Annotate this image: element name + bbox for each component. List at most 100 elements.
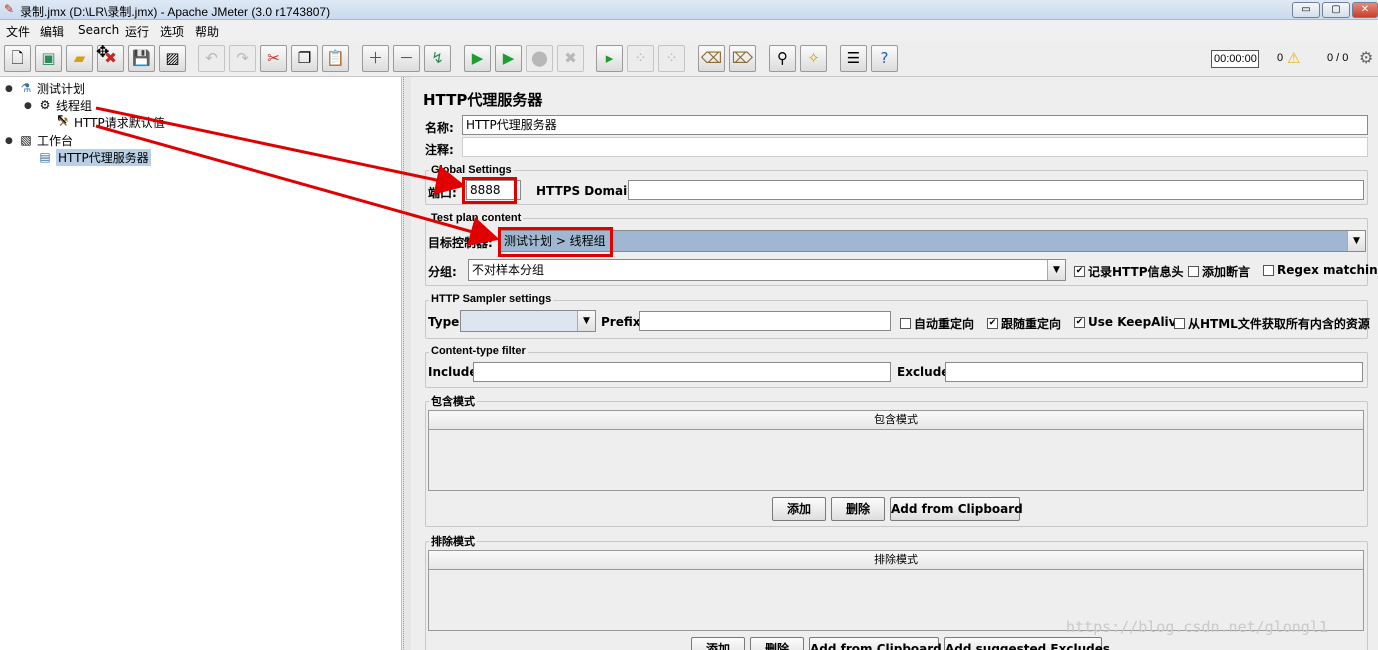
undo-icon[interactable]: ↶ — [198, 45, 225, 72]
copy-icon[interactable]: ❐ — [291, 45, 318, 72]
window-title: 录制.jmx (D:\LR\录制.jmx) - Apache JMeter (3… — [20, 5, 331, 19]
help-icon[interactable]: ? — [871, 45, 898, 72]
exclude-patterns-header[interactable]: 排除模式 — [429, 551, 1363, 570]
menu-file[interactable]: 文件 — [6, 23, 30, 40]
global-settings-legend: Global Settings — [429, 164, 514, 176]
follow-redirect-label: 跟随重定向 — [1001, 317, 1062, 331]
name-field[interactable]: HTTP代理服务器 — [462, 115, 1368, 135]
include-patterns-header[interactable]: 包含模式 — [429, 411, 1363, 430]
include-field[interactable] — [473, 362, 891, 382]
add-suggested-excludes-button[interactable]: Add suggested Excludes — [944, 637, 1110, 650]
exclude-field[interactable] — [945, 362, 1363, 382]
tree-node-test-plan[interactable]: ⚗ 测试计划 — [18, 80, 85, 96]
menu-search[interactable]: Search — [78, 23, 119, 37]
chevron-down-icon[interactable]: ▼ — [577, 311, 595, 331]
menu-edit[interactable]: 编辑 — [40, 23, 64, 40]
menu-bar: 文件 编辑 Search 运行 选项 帮助 — [0, 20, 1378, 41]
regex-matching-checkbox[interactable]: Regex matching — [1263, 263, 1378, 277]
clear-all-icon[interactable]: ⌦ — [729, 45, 756, 72]
name-label: 名称: — [425, 121, 454, 135]
exclude-delete-button[interactable]: 删除 — [750, 637, 804, 650]
auto-redirect-label: 自动重定向 — [914, 317, 975, 331]
open-icon[interactable]: ▰ — [66, 45, 93, 72]
workbench-icon: ▧ — [20, 133, 32, 147]
remote-start-icon[interactable]: ▸ — [596, 45, 623, 72]
warning-icon[interactable]: ⚠ — [1287, 49, 1300, 67]
content-filter-legend: Content-type filter — [429, 345, 528, 357]
tree-node-http-defaults[interactable]: ⚒ HTTP请求默认值 — [55, 114, 165, 130]
include-patterns-legend: 包含模式 — [429, 393, 477, 409]
checkbox-empty-icon — [1263, 264, 1274, 276]
test-tree: ● ⚗ 测试计划 ● ⚙ 线程组 ⚒ HTTP请求默认值 ● ▧ 工作台 ▤ H… — [0, 77, 402, 650]
add-assertions-checkbox[interactable]: 添加断言 — [1188, 263, 1250, 280]
save-icon[interactable]: 💾 — [128, 45, 155, 72]
start-no-pause-icon[interactable]: ▶ — [495, 45, 522, 72]
fetch-resources-checkbox[interactable]: 从HTML文件获取所有内含的资源 — [1174, 315, 1370, 332]
menu-run[interactable]: 运行 — [125, 23, 149, 40]
tree-node-workbench[interactable]: ▧ 工作台 — [18, 132, 73, 148]
checkmark-icon: ✔ — [1074, 316, 1085, 328]
proxy-icon: ▤ — [39, 150, 51, 164]
target-controller-select[interactable]: 测试计划 > 线程组 ▼ — [500, 230, 1366, 252]
menu-help[interactable]: 帮助 — [195, 23, 219, 40]
maximize-button[interactable]: ▢ — [1322, 2, 1350, 18]
fetch-resources-label: 从HTML文件获取所有内含的资源 — [1188, 317, 1370, 331]
minimize-button[interactable]: ▭ — [1292, 2, 1320, 18]
exclude-add-button[interactable]: 添加 — [691, 637, 745, 650]
tree-handle-icon[interactable]: ● — [5, 84, 13, 94]
paste-icon[interactable]: 📋 — [322, 45, 349, 72]
follow-redirect-checkbox[interactable]: ✔ 跟随重定向 — [987, 315, 1061, 332]
shutdown-icon[interactable]: ✖ — [557, 45, 584, 72]
port-highlight-box — [462, 177, 517, 204]
chevron-down-icon[interactable]: ▼ — [1047, 260, 1065, 280]
new-icon[interactable]: 🗋 — [4, 45, 31, 72]
chevron-down-icon[interactable]: ▼ — [1347, 231, 1365, 251]
clear-icon[interactable]: ⌫ — [698, 45, 725, 72]
prefix-field[interactable] — [639, 311, 891, 331]
menu-options[interactable]: 选项 — [160, 23, 184, 40]
checkmark-icon: ✔ — [1074, 266, 1085, 277]
tree-label-proxy: HTTP代理服务器 — [56, 148, 151, 166]
grouping-select[interactable]: 不对样本分组 ▼ — [468, 259, 1066, 281]
toolbar: 🗋 ▣ ▰ ✖ 💾 ▨ ↶ ↷ ✂ ❐ 📋 ＋ － ↯ ▶ ▶ ⬤ ✖ ▸ ⁘ … — [0, 41, 1378, 77]
tree-handle-icon[interactable]: ● — [24, 101, 32, 111]
record-headers-checkbox[interactable]: ✔ 记录HTTP信息头 — [1074, 263, 1184, 280]
split-pane-divider[interactable] — [403, 77, 411, 650]
tree-label-test-plan: 测试计划 — [37, 81, 86, 96]
save-as-icon[interactable]: ▨ — [159, 45, 186, 72]
start-icon[interactable]: ▶ — [464, 45, 491, 72]
search-icon[interactable]: ⚲ — [769, 45, 796, 72]
remote-stop-icon[interactable]: ⁘ — [627, 45, 654, 72]
remote-shutdown-icon[interactable]: ⁘ — [658, 45, 685, 72]
add-assertions-label: 添加断言 — [1202, 265, 1251, 279]
tree-handle-icon[interactable]: ● — [5, 136, 13, 146]
cut-icon[interactable]: ✂ — [260, 45, 287, 72]
auto-redirect-checkbox[interactable]: 自动重定向 — [900, 315, 974, 332]
templates-icon[interactable]: ▣ — [35, 45, 62, 72]
keepalive-label: Use KeepAlive — [1088, 315, 1185, 329]
expand-all-icon[interactable]: ＋ — [362, 45, 389, 72]
reset-search-icon[interactable]: ✧ — [800, 45, 827, 72]
checkbox-empty-icon — [1188, 266, 1199, 277]
include-patterns-table[interactable]: 包含模式 — [428, 410, 1364, 491]
include-delete-button[interactable]: 删除 — [831, 497, 885, 521]
tree-label-workbench: 工作台 — [37, 133, 74, 148]
https-domains-field[interactable] — [628, 180, 1364, 200]
function-helper-icon[interactable]: ☰ — [840, 45, 867, 72]
redo-icon[interactable]: ↷ — [229, 45, 256, 72]
mouse-cursor-icon: ✥ — [96, 42, 110, 61]
stop-icon[interactable]: ⬤ — [526, 45, 553, 72]
include-add-button[interactable]: 添加 — [772, 497, 826, 521]
include-add-from-clipboard-button[interactable]: Add from Clipboard — [890, 497, 1023, 521]
collapse-all-icon[interactable]: － — [393, 45, 420, 72]
exclude-add-from-clipboard-button[interactable]: Add from Clipboard — [809, 637, 942, 650]
close-button[interactable]: ✕ — [1352, 2, 1378, 18]
grouping-value: 不对样本分组 — [472, 263, 545, 277]
type-select[interactable]: ▼ — [460, 310, 596, 332]
elapsed-timer: 00:00:00 — [1211, 50, 1259, 68]
comment-label: 注释: — [425, 143, 454, 157]
toggle-icon[interactable]: ↯ — [424, 45, 451, 72]
keepalive-checkbox[interactable]: ✔ Use KeepAlive — [1074, 315, 1185, 329]
comment-field[interactable] — [462, 137, 1368, 157]
tree-node-proxy[interactable]: ▤ HTTP代理服务器 — [37, 148, 151, 166]
